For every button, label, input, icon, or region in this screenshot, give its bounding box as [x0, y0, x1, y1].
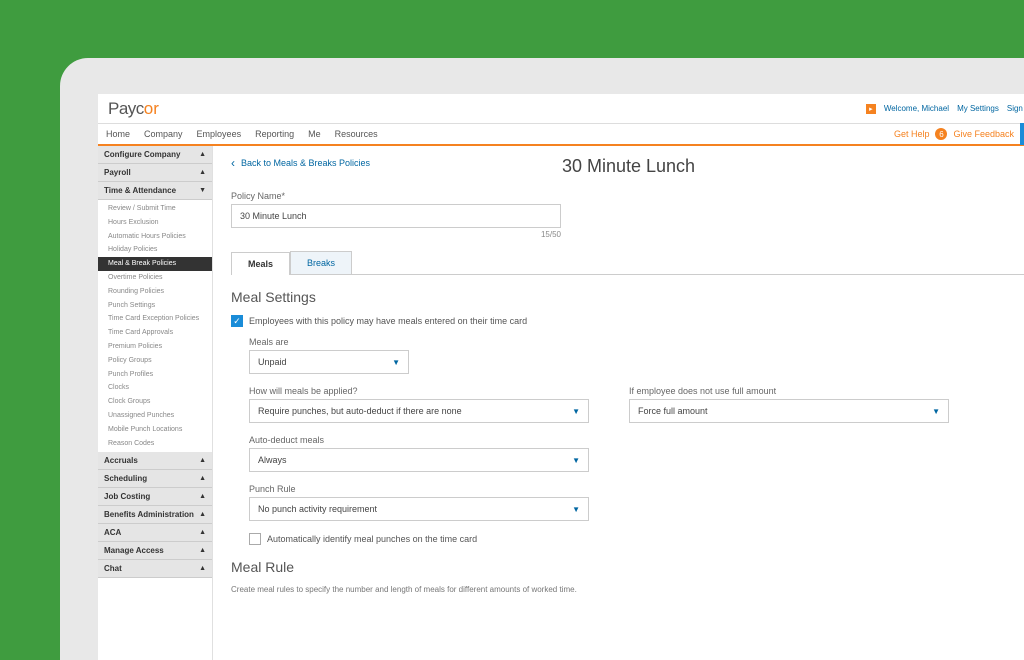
if-not-full-select[interactable]: Force full amount ▼ — [629, 399, 949, 423]
welcome-link[interactable]: Welcome, Michael — [884, 104, 949, 113]
give-feedback-link[interactable]: Give Feedback — [953, 129, 1014, 139]
tab-breaks[interactable]: Breaks — [290, 251, 352, 274]
caret-down-icon: ▼ — [572, 456, 580, 465]
topbar: Paycor ▸ Welcome, Michael My Settings Si… — [98, 94, 1024, 124]
side-item-review-submit[interactable]: Review / Submit Time — [98, 202, 212, 216]
sidebar-section-job-costing[interactable]: Job Costing▲ — [98, 488, 212, 506]
side-item-punch-settings[interactable]: Punch Settings — [98, 299, 212, 313]
punch-rule-label: Punch Rule — [249, 484, 1024, 494]
sidebar-section-configure-company[interactable]: Configure Company▲ — [98, 146, 212, 164]
auto-deduct-select[interactable]: Always ▼ — [249, 448, 589, 472]
checkbox-employees-meals[interactable]: ✓ — [231, 315, 243, 327]
logo: Paycor — [104, 99, 159, 119]
side-item-clocks[interactable]: Clocks — [98, 381, 212, 395]
if-not-full-label: If employee does not use full amount — [629, 386, 949, 396]
meals-are-select[interactable]: Unpaid ▼ — [249, 350, 409, 374]
meal-rule-desc: Create meal rules to specify the number … — [231, 585, 1024, 594]
punch-rule-select[interactable]: No punch activity requirement ▼ — [249, 497, 589, 521]
chevron-up-icon: ▲ — [199, 475, 206, 482]
side-item-rounding[interactable]: Rounding Policies — [98, 285, 212, 299]
chevron-down-icon: ▼ — [199, 187, 206, 194]
checkbox-auto-identify[interactable] — [249, 533, 261, 545]
chevron-up-icon: ▲ — [199, 151, 206, 158]
side-item-auto-hours[interactable]: Automatic Hours Policies — [98, 230, 212, 244]
sidebar-items-time-attendance: Review / Submit Time Hours Exclusion Aut… — [98, 200, 212, 452]
section-meal-settings: Meal Settings — [231, 289, 1024, 305]
side-item-approvals[interactable]: Time Card Approvals — [98, 326, 212, 340]
sidebar-section-payroll[interactable]: Payroll▲ — [98, 164, 212, 182]
help-badge: 6 — [935, 128, 947, 140]
chevron-up-icon: ▲ — [199, 565, 206, 572]
caret-down-icon: ▼ — [932, 407, 940, 416]
how-applied-value: Require punches, but auto-deduct if ther… — [258, 406, 462, 416]
sidebar-section-time-attendance[interactable]: Time & Attendance▼ — [98, 182, 212, 200]
section-meal-rule: Meal Rule — [231, 559, 1024, 575]
auto-deduct-value: Always — [258, 455, 287, 465]
policy-name-input[interactable] — [231, 204, 561, 228]
chevron-left-icon: ‹ — [231, 156, 235, 170]
how-applied-label: How will meals be applied? — [249, 386, 589, 396]
punch-rule-value: No punch activity requirement — [258, 504, 377, 514]
side-item-policy-groups[interactable]: Policy Groups — [98, 354, 212, 368]
caret-down-icon: ▼ — [392, 358, 400, 367]
side-item-premium[interactable]: Premium Policies — [98, 340, 212, 354]
chevron-up-icon: ▲ — [199, 547, 206, 554]
side-item-holiday[interactable]: Holiday Policies — [98, 243, 212, 257]
menu-company[interactable]: Company — [144, 129, 183, 139]
chevron-up-icon: ▲ — [199, 529, 206, 536]
char-count: 15/50 — [231, 230, 561, 239]
side-item-clock-groups[interactable]: Clock Groups — [98, 395, 212, 409]
chevron-up-icon: ▲ — [199, 457, 206, 464]
back-label: Back to Meals & Breaks Policies — [241, 158, 370, 168]
side-item-reason-codes[interactable]: Reason Codes — [98, 437, 212, 451]
sidebar-section-scheduling[interactable]: Scheduling▲ — [98, 470, 212, 488]
meals-are-label: Meals are — [249, 337, 1024, 347]
if-not-full-value: Force full amount — [638, 406, 708, 416]
auto-deduct-label: Auto-deduct meals — [249, 435, 1024, 445]
side-item-mobile-punch[interactable]: Mobile Punch Locations — [98, 423, 212, 437]
logo-accent: or — [144, 99, 159, 119]
caret-down-icon: ▼ — [572, 407, 580, 416]
menu-me[interactable]: Me — [308, 129, 321, 139]
sidebar-section-manage-access[interactable]: Manage Access▲ — [98, 542, 212, 560]
main-content: ‹ Back to Meals & Breaks Policies 30 Min… — [213, 146, 1024, 660]
sidebar-section-accruals[interactable]: Accruals▲ — [98, 452, 212, 470]
get-help-link[interactable]: Get Help — [894, 129, 930, 139]
how-applied-select[interactable]: Require punches, but auto-deduct if ther… — [249, 399, 589, 423]
sidebar-section-chat[interactable]: Chat▲ — [98, 560, 212, 578]
welcome-badge-icon: ▸ — [866, 104, 876, 114]
menu-resources[interactable]: Resources — [335, 129, 378, 139]
sidebar-section-aca[interactable]: ACA▲ — [98, 524, 212, 542]
sidebar-section-benefits[interactable]: Benefits Administration▲ — [98, 506, 212, 524]
side-item-hours-exclusion[interactable]: Hours Exclusion — [98, 216, 212, 230]
side-item-unassigned[interactable]: Unassigned Punches — [98, 409, 212, 423]
chevron-up-icon: ▲ — [199, 511, 206, 518]
side-item-exception[interactable]: Time Card Exception Policies — [98, 312, 212, 326]
menu-employees[interactable]: Employees — [197, 129, 242, 139]
chevron-up-icon: ▲ — [199, 169, 206, 176]
menubar: Home Company Employees Reporting Me Reso… — [98, 124, 1024, 146]
caret-down-icon: ▼ — [572, 505, 580, 514]
sidebar: Configure Company▲ Payroll▲ Time & Atten… — [98, 146, 213, 660]
checkbox-employees-label: Employees with this policy may have meal… — [249, 316, 527, 326]
logo-text: Payc — [108, 99, 144, 119]
side-item-punch-profiles[interactable]: Punch Profiles — [98, 368, 212, 382]
tabs: Meals Breaks — [231, 251, 1024, 275]
side-item-overtime[interactable]: Overtime Policies — [98, 271, 212, 285]
menu-home[interactable]: Home — [106, 129, 130, 139]
sign-out-link[interactable]: Sign Out — [1007, 104, 1024, 113]
side-item-meal-break[interactable]: Meal & Break Policies — [98, 257, 212, 271]
my-settings-link[interactable]: My Settings — [957, 104, 999, 113]
chevron-up-icon: ▲ — [199, 493, 206, 500]
policy-name-label: Policy Name* — [231, 191, 1024, 201]
menu-reporting[interactable]: Reporting — [255, 129, 294, 139]
meals-are-value: Unpaid — [258, 357, 287, 367]
chat-icon[interactable] — [1020, 123, 1024, 145]
tab-meals[interactable]: Meals — [231, 252, 290, 275]
checkbox-auto-identify-label: Automatically identify meal punches on t… — [267, 534, 477, 544]
